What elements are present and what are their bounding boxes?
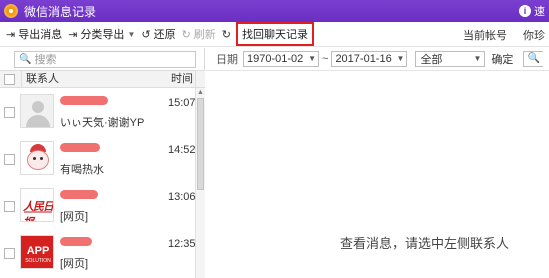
- recover-chats-label: 找回聊天记录: [236, 22, 315, 46]
- current-account-value[interactable]: 你珍: [523, 27, 545, 43]
- search-row: 🔍 搜索: [0, 48, 205, 70]
- row-checkbox[interactable]: [4, 154, 15, 165]
- message-panel: 日期 1970-01-02 ▼ ~ 2017-01-16 ▼ 全部 ▼ 确定 🔍…: [206, 48, 549, 278]
- contact-list-scrollbar[interactable]: ▲: [195, 88, 205, 278]
- avatar: [20, 94, 54, 128]
- chevron-down-icon[interactable]: ▼: [127, 30, 135, 39]
- end-date-value: 2017-01-16: [335, 53, 392, 65]
- empty-state-message: 查看消息，请选中左侧联系人: [340, 236, 510, 251]
- refresh-label: 刷新: [193, 29, 216, 41]
- avatar: 人民日报: [20, 188, 54, 222]
- contact-row[interactable]: 有喝热水 14:52: [0, 135, 195, 182]
- newspaper-logo-icon: 人民日报: [23, 200, 53, 221]
- app-logo-icon: [4, 4, 18, 18]
- export-by-category-button[interactable]: ⇥ 分类导出 ▼: [68, 26, 135, 42]
- recover-icon: ↻: [221, 28, 232, 41]
- default-user-icon: [32, 101, 44, 113]
- redacted-name: [60, 96, 108, 105]
- info-icon[interactable]: i: [519, 5, 531, 17]
- export-messages-button[interactable]: ⇥ 导出消息: [6, 26, 62, 42]
- redacted-name: [60, 237, 92, 246]
- title-right: i 速: [519, 3, 545, 19]
- redacted-name: [60, 143, 100, 152]
- refresh-icon: ↻: [181, 28, 191, 41]
- chevron-down-icon[interactable]: ▼: [397, 52, 405, 66]
- app-logo-text: APP: [26, 245, 50, 257]
- start-date-value: 1970-01-02: [247, 53, 304, 65]
- message-preview: [网页]: [60, 211, 89, 223]
- select-all-checkbox[interactable]: [4, 73, 15, 85]
- message-preview: [网页]: [60, 258, 89, 270]
- row-checkbox[interactable]: [4, 248, 15, 259]
- export-messages-label: 导出消息: [18, 29, 63, 41]
- message-preview: いぃ天気·谢谢YP: [60, 117, 145, 129]
- row-checkbox[interactable]: [4, 107, 15, 118]
- message-type-select[interactable]: 全部 ▼: [415, 51, 486, 67]
- contact-panel: 🔍 搜索 联系人 时间 いぃ天気·谢谢YP 15:07 有喝热水 14:52 人…: [0, 48, 205, 278]
- chevron-down-icon[interactable]: ▼: [474, 52, 482, 66]
- filter-bar: 日期 1970-01-02 ▼ ~ 2017-01-16 ▼ 全部 ▼ 确定 🔍: [206, 48, 549, 71]
- search-icon: 🔍: [527, 53, 540, 64]
- header-scroll-spacer: [195, 71, 205, 87]
- restore-button[interactable]: ↺ 还原: [141, 26, 175, 42]
- chevron-down-icon[interactable]: ▼: [308, 52, 316, 66]
- restore-label: 还原: [153, 29, 176, 41]
- message-time: 15:07: [168, 97, 195, 109]
- date-separator: ~: [322, 53, 329, 65]
- export-icon: ⇥: [6, 28, 16, 41]
- restore-icon: ↺: [141, 28, 151, 41]
- message-time: 12:35: [168, 238, 195, 250]
- header-contact[interactable]: 联系人: [21, 71, 59, 87]
- confirm-button[interactable]: 确定: [491, 51, 513, 67]
- export-icon: ⇥: [68, 28, 78, 41]
- avatar: [20, 141, 54, 175]
- start-date-picker[interactable]: 1970-01-02 ▼: [243, 51, 319, 67]
- contact-row[interactable]: 人民日报 [网页] 13:06: [0, 182, 195, 229]
- contact-row[interactable]: APP SOLUTION [网页] 12:35: [0, 229, 195, 276]
- title-bar: 微信消息记录 i 速: [0, 0, 549, 22]
- message-search-input[interactable]: 🔍: [523, 51, 544, 67]
- search-placeholder: 搜索: [34, 54, 57, 66]
- export-by-category-label: 分类导出: [80, 29, 125, 41]
- contact-list-header: 联系人 时间: [0, 70, 205, 88]
- row-checkbox[interactable]: [4, 201, 15, 212]
- contact-list: いぃ天気·谢谢YP 15:07 有喝热水 14:52 人民日报 [网页] 13: [0, 88, 195, 278]
- recover-chats-button[interactable]: ↻ 找回聊天记录: [221, 22, 315, 46]
- header-time[interactable]: 时间: [171, 71, 193, 87]
- scroll-up-icon[interactable]: ▲: [196, 88, 205, 97]
- title-right-text[interactable]: 速: [534, 3, 545, 19]
- toolbar: ⇥ 导出消息 ⇥ 分类导出 ▼ ↺ 还原 ↻ 刷新 ↻ 找回聊天记录 当前帐号 …: [0, 22, 549, 47]
- redacted-name: [60, 190, 98, 199]
- message-preview: 有喝热水: [60, 164, 104, 176]
- current-account-label: 当前帐号: [463, 29, 507, 42]
- current-account: 当前帐号 你珍: [463, 22, 549, 47]
- scrollbar-thumb[interactable]: [197, 98, 204, 190]
- message-time: 13:06: [168, 191, 195, 203]
- search-icon: 🔍: [19, 53, 32, 65]
- search-input[interactable]: 🔍 搜索: [14, 50, 196, 68]
- message-type-value: 全部: [420, 54, 443, 66]
- app-logo-subtext: SOLUTION: [25, 258, 51, 264]
- end-date-picker[interactable]: 2017-01-16 ▼: [331, 51, 408, 67]
- window-title: 微信消息记录: [24, 4, 97, 19]
- date-label: 日期: [216, 54, 238, 66]
- avatar: APP SOLUTION: [20, 235, 54, 269]
- message-time: 14:52: [168, 144, 195, 156]
- refresh-button[interactable]: ↻ 刷新: [182, 26, 216, 42]
- contact-row[interactable]: いぃ天気·谢谢YP 15:07: [0, 88, 195, 135]
